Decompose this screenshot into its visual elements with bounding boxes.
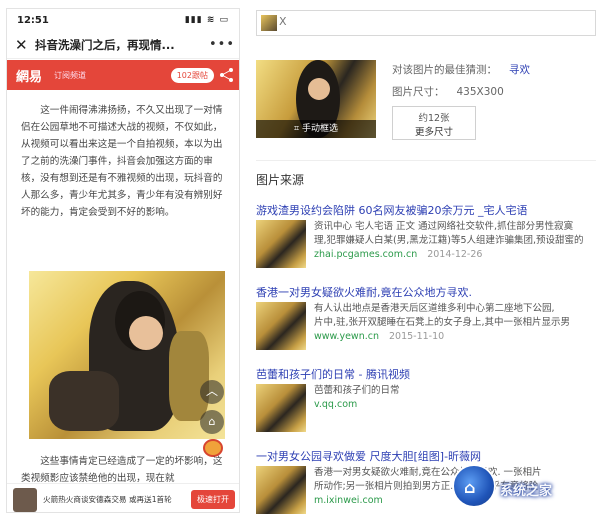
promo-banner[interactable]: 火箭热火商谈安德森交易 或再送1首轮 极速打开 [7,483,239,512]
article-title-bar: ✕ 抖音洗澡门之后，再现情... ••• [7,31,239,59]
size-count: 约12张 [418,113,450,124]
result-thumbnail[interactable] [256,384,306,432]
more-sizes-button[interactable]: 约12张 更多尺寸 [392,106,476,140]
best-guess-label: 对该图片的最佳猜测： [392,64,497,76]
result-item: 芭蕾和孩子们的日常 - 腾讯视频 芭蕾和孩子们的日常 v.qq.com [256,366,600,432]
watermark-logo-icon: ⌂ [452,464,496,508]
section-title: 图片来源 [256,173,305,187]
article-title: 抖音洗澡门之后，再现情... [35,37,175,52]
result-thumbnail[interactable] [256,302,306,350]
article-photo [29,271,225,439]
result-snippet-2: 片中,驻,张开双腿睡在石凳上的女子身上,其中一张相片显示男 [314,317,571,328]
result-description: 资讯中心 宅人宅语 正文 通过网络社交软件,抓住部分男性寂寞 理,犯罪嫌疑人白某… [314,220,600,262]
watermark: ⌂ 系统之家 [452,460,600,512]
result-date: 2015-11-10 [388,331,445,342]
image-size-value: 435X300 [456,86,504,98]
query-image-thumbnail [261,15,277,31]
result-thumbnail[interactable] [256,466,306,514]
phone-screenshot: 12:51 ▮▮▮ ≋ ▭ ✕ 抖音洗澡门之后，再现情... ••• 網易 订阅… [6,8,240,513]
more-icon[interactable]: ••• [209,37,234,52]
result-thumbnail[interactable] [256,220,306,268]
result-date: 2014-12-26 [427,249,483,260]
result-title-link[interactable]: 香港一对男女疑欲火难耐,竟在公众地方寻欢. [256,284,600,300]
scroll-up-button[interactable]: ︿ [200,380,224,404]
more-sizes-label: 更多尺寸 [414,127,453,138]
image-search-results: X ⌗ 手动框选 对该图片的最佳猜测： 寻欢 图片尺寸： 435X300 约12张 … [252,0,600,519]
image-size-label: 图片尺寸： [392,86,445,98]
result-snippet: 有人认出地点是香港天后区道维多利中心第二座地下公园, [314,303,555,314]
comments-button[interactable]: 102跟帖 [170,67,214,83]
open-app-button[interactable]: 极速打开 [191,490,235,509]
search-bar[interactable]: X [256,10,596,36]
status-time: 12:51 [17,14,49,26]
result-url[interactable]: www.yewn.cn [314,331,379,342]
status-bar: 12:51 ▮▮▮ ≋ ▭ [7,9,239,31]
manual-crop-button[interactable]: ⌗ 手动框选 [256,120,376,138]
watermark-text: 系统之家 [500,484,553,499]
best-guess-row: 对该图片的最佳猜测： 寻欢 [392,62,530,77]
image-size-row: 图片尺寸： 435X300 [392,84,504,99]
close-icon[interactable]: ✕ [15,36,35,54]
manual-crop-label: 手动框选 [301,124,338,134]
result-url[interactable]: m.ixinwei.com [314,495,383,506]
query-image-preview: ⌗ 手动框选 [256,60,376,138]
clear-query-button[interactable]: X [279,15,287,28]
promo-text: 火箭热火商谈安德森交易 或再送1首轮 [43,495,172,504]
status-icons: ▮▮▮ ≋ ▭ [184,15,229,25]
best-guess-link[interactable]: 寻欢 [509,64,530,76]
result-item: 香港一对男女疑欲火难耐,竟在公众地方寻欢. 有人认出地点是香港天后区道维多利中心… [256,284,600,350]
result-item: 游戏渣男设约会陷阱 60名网友被骗20余万元 _宅人宅语 资讯中心 宅人宅语 正… [256,202,600,268]
divider [256,160,596,161]
article-paragraph: 这一件闹得沸沸扬扬，不久又出现了一对情侣在公园草地不可描述大战的视频，不仅如此，… [21,105,223,218]
subscribe-channel-link[interactable]: 订阅频道 [54,70,171,81]
result-snippet: 资讯中心 宅人宅语 正文 通过网络社交软件,抓住部分男性寂寞 [314,221,574,232]
result-title-link[interactable]: 游戏渣男设约会陷阱 60名网友被骗20余万元 _宅人宅语 [256,202,600,218]
result-snippet: 芭蕾和孩子们的日常 [314,385,400,396]
article-paragraph-2: 这些事情肯定已经造成了一定的坏影响，这类视频影应该禁绝他的出现，现在就 [21,456,223,483]
netease-logo: 網易 [16,69,43,85]
result-description: 芭蕾和孩子们的日常 v.qq.com [314,384,600,412]
source-bar: 網易 订阅频道 102跟帖 [7,60,239,90]
result-snippet-2: 理,犯罪嫌疑人白某(男,黑龙江籍)等5人组建诈骗集团,预设甜蜜的 [314,235,584,246]
share-icon[interactable] [220,68,234,82]
home-icon[interactable]: ⌂ [200,410,224,434]
result-url[interactable]: v.qq.com [314,399,357,410]
result-description: 有人认出地点是香港天后区道维多利中心第二座地下公园, 片中,驻,张开双腿睡在石凳… [314,302,600,344]
result-title-link[interactable]: 芭蕾和孩子们的日常 - 腾讯视频 [256,366,600,382]
promo-thumbnail [13,487,37,512]
result-url[interactable]: zhai.pcgames.com.cn [314,249,417,260]
